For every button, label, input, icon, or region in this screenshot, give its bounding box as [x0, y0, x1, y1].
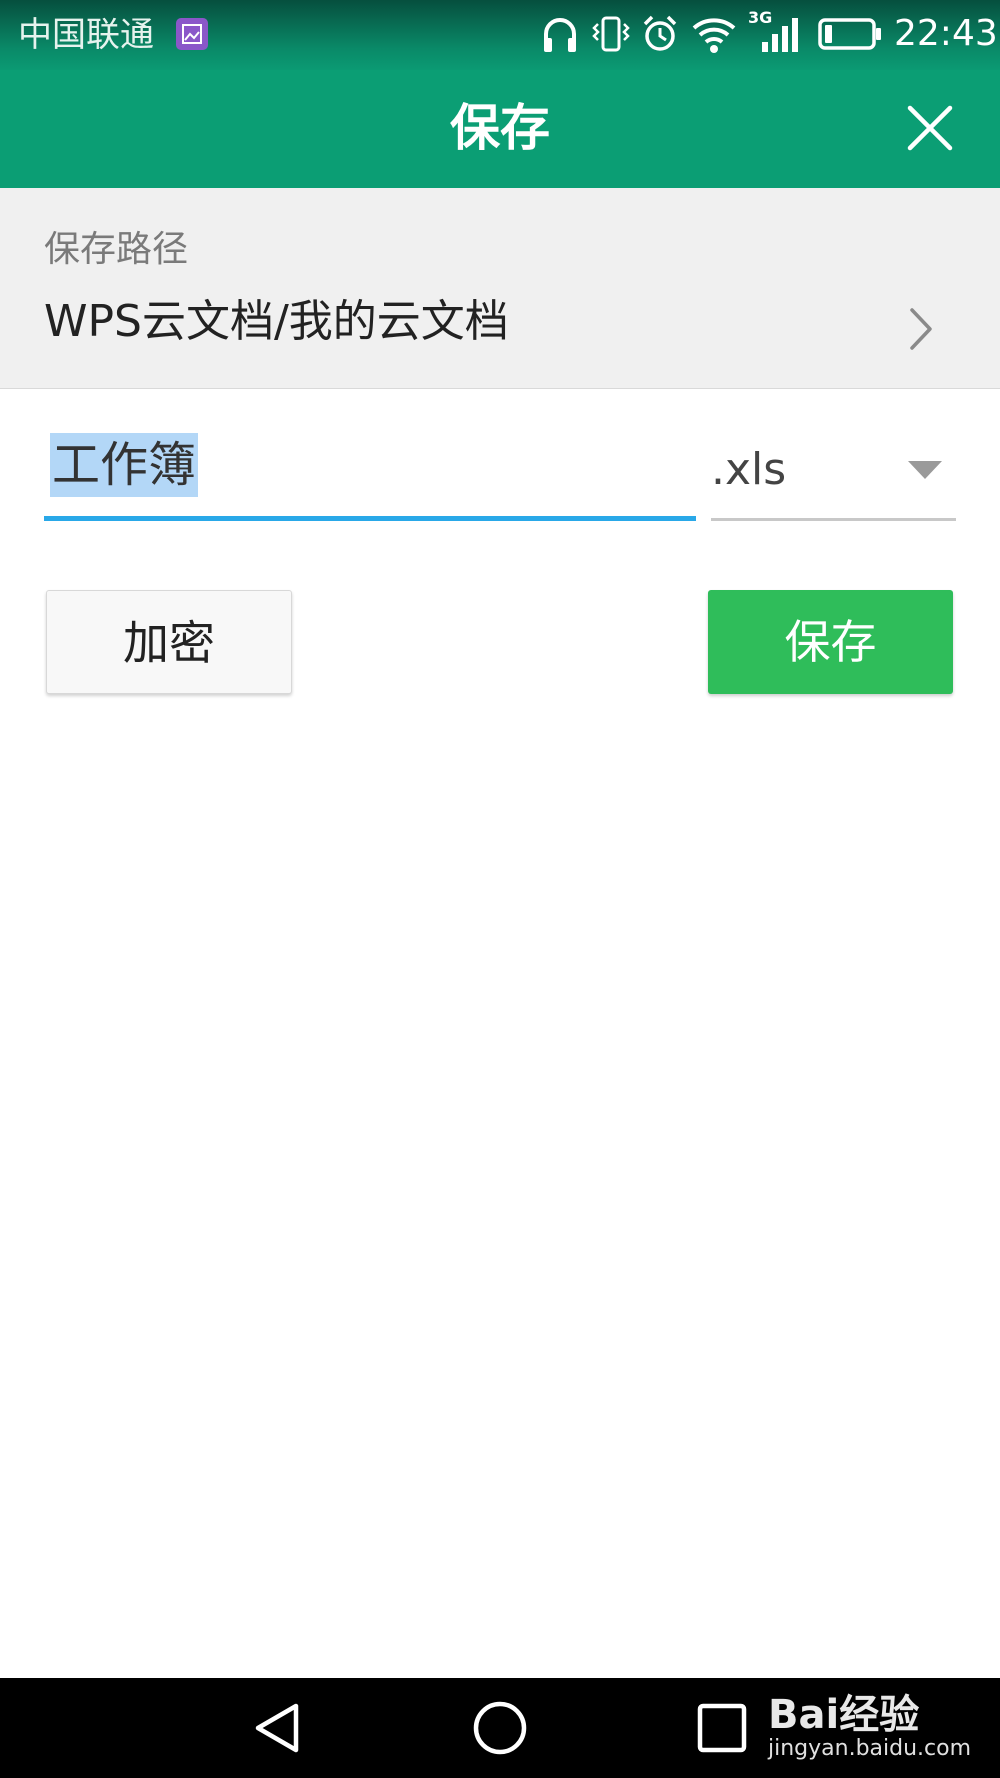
- chevron-right-icon: [906, 304, 936, 358]
- vibrate-icon: [590, 12, 632, 60]
- battery-icon: [818, 12, 882, 60]
- encrypt-button[interactable]: 加密: [46, 590, 292, 694]
- save-path-selector[interactable]: 保存路径 WPS云文档/我的云文档: [0, 188, 1000, 389]
- image-notification-icon: [176, 18, 208, 50]
- close-icon: [907, 105, 953, 151]
- headphones-icon: [540, 12, 580, 60]
- back-icon[interactable]: [250, 1700, 306, 1760]
- save-path-value: WPS云文档/我的云文档: [44, 296, 509, 347]
- file-extension-value: .xls: [711, 444, 787, 495]
- carrier-name: 中国联通: [18, 15, 154, 55]
- file-name-input[interactable]: 工作簿: [44, 425, 696, 521]
- alarm-icon: [640, 12, 680, 60]
- close-button[interactable]: [898, 96, 962, 160]
- save-button[interactable]: 保存: [708, 590, 953, 694]
- clock: 22:43: [894, 13, 998, 54]
- recents-icon[interactable]: [696, 1702, 748, 1758]
- file-extension-underline: [711, 518, 956, 521]
- watermark-url: jingyan.baidu.com: [768, 1736, 972, 1761]
- app-bar: 保存: [0, 70, 1000, 188]
- status-bar: 中国联通 3G 22:43: [0, 0, 1000, 70]
- save-path-label: 保存路径: [44, 229, 189, 270]
- dropdown-arrow-icon: [908, 461, 942, 485]
- home-icon[interactable]: [472, 1700, 528, 1760]
- file-extension-dropdown[interactable]: .xls: [711, 425, 956, 521]
- baidu-jingyan-watermark: Bai经验 jingyan.baidu.com: [768, 1672, 972, 1772]
- file-name-value[interactable]: 工作簿: [50, 433, 199, 497]
- wifi-icon: [690, 12, 738, 60]
- page-title: 保存: [450, 99, 550, 157]
- signal-icon: [758, 12, 804, 60]
- watermark-brand: Bai经验: [768, 1692, 920, 1738]
- file-name-underline: [44, 516, 696, 521]
